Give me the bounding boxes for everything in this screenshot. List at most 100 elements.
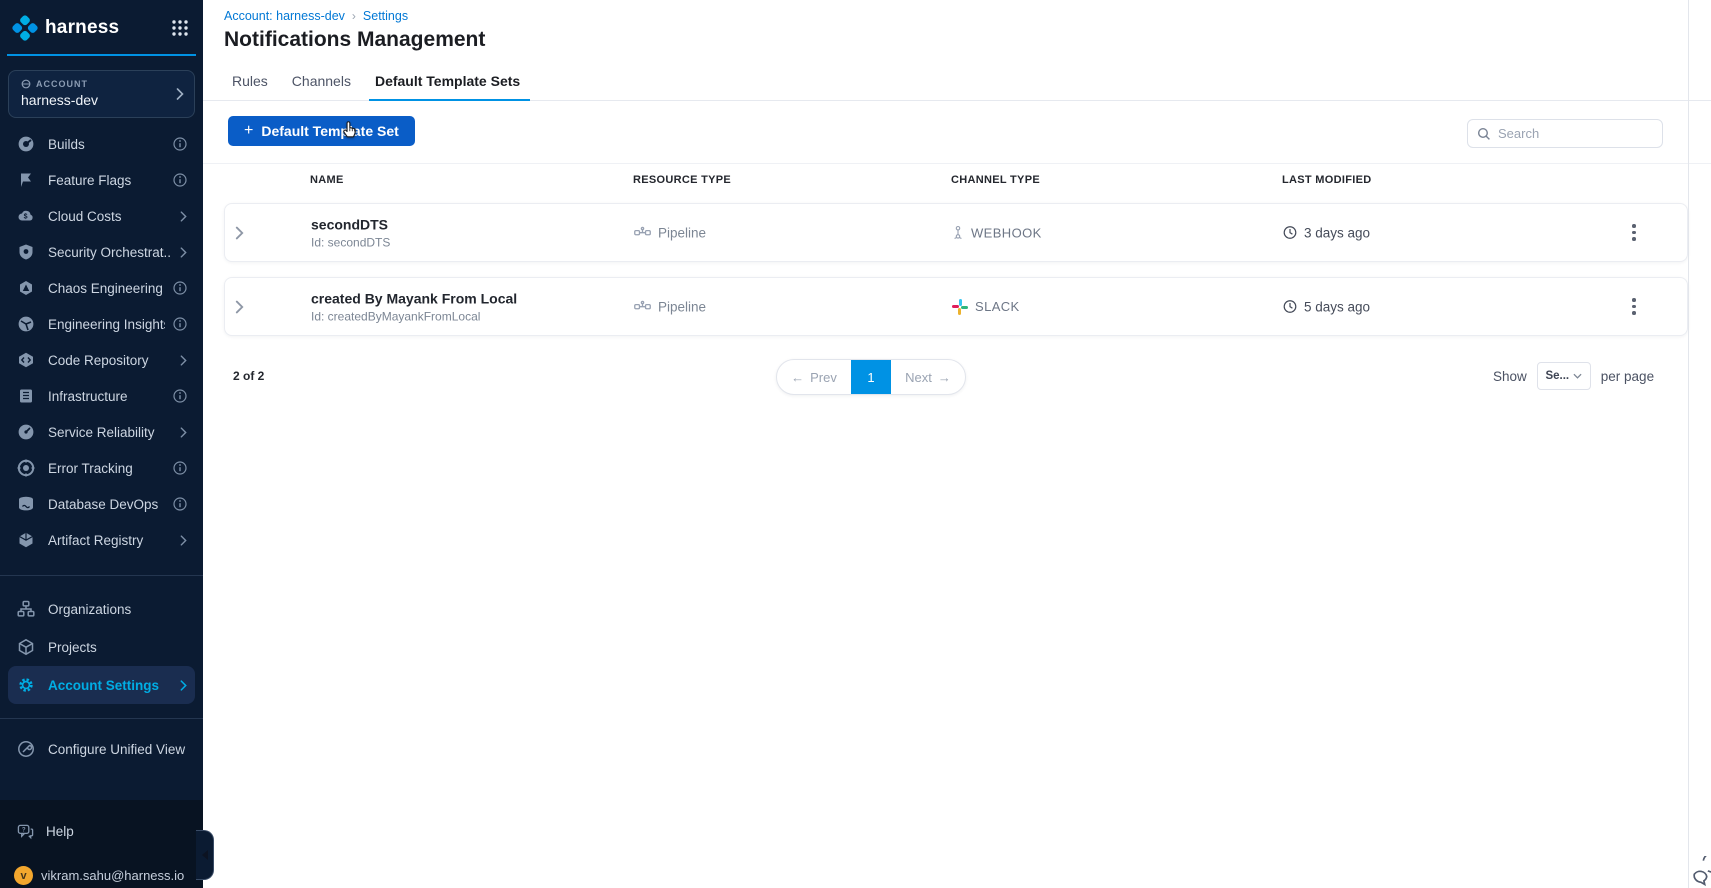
row-name-cell: secondDTS Id: secondDTS xyxy=(311,216,390,249)
infrastructure-icon xyxy=(17,387,35,405)
channel-type-value: SLACK xyxy=(975,299,1020,314)
sidebar-item-code-repository[interactable]: Code Repository xyxy=(0,342,203,378)
channel-type-cell: SLACK xyxy=(952,298,1020,315)
per-page-label: per page xyxy=(1600,368,1655,384)
table-row[interactable]: secondDTS Id: secondDTS Pipeline WEBHOOK… xyxy=(224,203,1688,262)
last-modified-cell: 5 days ago xyxy=(1283,299,1370,314)
template-set-id: Id: secondDTS xyxy=(311,235,391,249)
next-label: Next xyxy=(905,369,932,385)
breadcrumb: Account: harness-dev › Settings xyxy=(224,9,408,23)
help-label: Help xyxy=(46,823,74,839)
sidebar-item-label: Projects xyxy=(48,639,97,655)
resource-type-value: Pipeline xyxy=(658,225,707,240)
info-icon xyxy=(173,497,187,511)
sidebar-item-cloud-costs[interactable]: $ Cloud Costs xyxy=(0,198,203,234)
template-set-name: secondDTS xyxy=(311,216,389,232)
shield-icon xyxy=(17,243,35,261)
harness-logo-icon xyxy=(12,15,38,41)
template-set-name: created By Mayank From Local xyxy=(311,290,518,306)
sidebar-item-builds[interactable]: Builds xyxy=(0,126,203,162)
right-arrow-icon: → xyxy=(937,369,951,385)
sidebar-modules-nav: Builds Feature Flags $ Cloud Costs Secur… xyxy=(0,126,203,558)
next-page-button[interactable]: Next → xyxy=(891,360,965,394)
chevron-right-icon xyxy=(180,679,187,691)
sidebar-item-account-settings[interactable]: Account Settings xyxy=(8,666,195,704)
sidebar-item-label: Cloud Costs xyxy=(48,208,122,224)
sidebar-item-label: Infrastructure xyxy=(48,388,128,404)
pipeline-icon xyxy=(634,300,651,313)
sidebar-item-label: Service Reliability xyxy=(48,424,155,440)
sidebar-item-projects[interactable]: Projects xyxy=(0,628,203,666)
toolbar-divider xyxy=(203,163,1711,164)
sidebar-item-service-reliability[interactable]: Service Reliability xyxy=(0,414,203,450)
support-chat-icon[interactable] xyxy=(1692,856,1711,888)
page-1-button[interactable]: 1 xyxy=(851,360,891,394)
chevron-right-icon xyxy=(180,534,187,546)
database-icon xyxy=(17,495,35,513)
info-icon xyxy=(173,317,187,331)
tab-rules[interactable]: Rules xyxy=(232,62,268,100)
sidebar-item-infrastructure[interactable]: Infrastructure xyxy=(0,378,203,414)
new-default-template-set-button[interactable]: + Default Template Set xyxy=(228,116,415,146)
page-title: Notifications Management xyxy=(224,28,486,51)
cube-icon xyxy=(17,638,35,656)
tab-channels[interactable]: Channels xyxy=(292,62,351,100)
breadcrumb-settings-link[interactable]: Settings xyxy=(363,9,408,23)
account-scope-card[interactable]: ACCOUNT harness-dev xyxy=(8,70,195,118)
target-icon xyxy=(17,459,35,477)
sidebar-item-database-devops[interactable]: Database DevOps xyxy=(0,486,203,522)
help-chat-icon: ? xyxy=(17,823,34,840)
sidebar-item-error-tracking[interactable]: Error Tracking xyxy=(0,450,203,486)
main-content: Account: harness-dev › Settings Notifica… xyxy=(203,0,1711,888)
info-icon xyxy=(173,461,187,475)
breadcrumb-separator: › xyxy=(351,9,356,23)
chevron-right-icon xyxy=(180,246,187,258)
row-expand-chevron-icon[interactable] xyxy=(235,226,244,239)
avatar: v xyxy=(14,866,33,885)
search-input[interactable] xyxy=(1498,126,1674,141)
clock-icon xyxy=(1283,300,1297,314)
header-accent-rule xyxy=(7,54,196,56)
sidebar-divider xyxy=(0,718,203,719)
breadcrumb-account-link[interactable]: Account: harness-dev xyxy=(224,9,345,23)
sidebar-item-engineering-insights[interactable]: Engineering Insights xyxy=(0,306,203,342)
search-box xyxy=(1467,119,1674,148)
channel-type-value: WEBHOOK xyxy=(971,225,1042,240)
row-menu-kebab-icon[interactable] xyxy=(1623,220,1645,246)
info-icon xyxy=(173,173,187,187)
page-size-control: Show Se... per page xyxy=(1493,360,1654,392)
last-modified-value: 5 days ago xyxy=(1304,299,1371,314)
user-profile[interactable]: v vikram.sahu@harness.io xyxy=(0,866,198,885)
resource-type-value: Pipeline xyxy=(658,299,707,314)
builds-icon xyxy=(17,135,35,153)
row-name-cell: created By Mayank From Local Id: created… xyxy=(311,290,517,323)
row-expand-chevron-icon[interactable] xyxy=(235,300,244,313)
tab-default-template-sets[interactable]: Default Template Sets xyxy=(368,62,531,101)
app-launcher-icon[interactable] xyxy=(171,19,189,37)
resource-type-cell: Pipeline xyxy=(634,225,706,240)
row-menu-kebab-icon[interactable] xyxy=(1623,294,1645,320)
sidebar-item-organizations[interactable]: Organizations xyxy=(0,590,203,628)
clock-icon xyxy=(1283,226,1297,240)
tab-bar: Rules Channels Default Template Sets xyxy=(203,62,1711,101)
help-button[interactable]: ? Help xyxy=(0,813,203,849)
sidebar-item-feature-flags[interactable]: Feature Flags xyxy=(0,162,203,198)
chevron-right-icon xyxy=(176,88,184,100)
sidebar-item-label: Engineering Insights xyxy=(48,316,165,332)
row-count: 2 of 2 xyxy=(233,369,265,383)
account-name: harness-dev xyxy=(21,92,99,108)
package-icon xyxy=(17,531,35,549)
sidebar-item-configure-unified-view[interactable]: Configure Unified View xyxy=(0,731,203,767)
account-kicker-label: ACCOUNT xyxy=(36,79,88,89)
sidebar-item-artifact-registry[interactable]: Artifact Registry xyxy=(0,522,203,558)
sidebar-collapse-handle[interactable] xyxy=(196,830,214,880)
sidebar-header: harness xyxy=(0,0,203,54)
sidebar-item-chaos-engineering[interactable]: Chaos Engineering xyxy=(0,270,203,306)
prev-page-button[interactable]: ← Prev xyxy=(777,360,851,394)
sidebar-item-label: Organizations xyxy=(48,601,132,617)
channel-type-cell: WEBHOOK xyxy=(952,225,1042,240)
code-repository-icon xyxy=(17,351,35,369)
sidebar-item-security-orchestration[interactable]: Security Orchestrat... xyxy=(0,234,203,270)
page-size-select[interactable]: Se... xyxy=(1536,362,1591,390)
table-row[interactable]: created By Mayank From Local Id: created… xyxy=(224,277,1688,336)
